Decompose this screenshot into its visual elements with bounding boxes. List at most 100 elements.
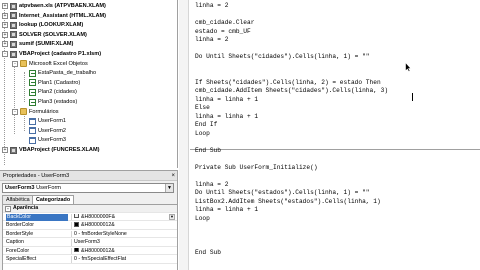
- code-line[interactable]: cmb_cidade.AddItem Sheets("cidades").Cel…: [195, 87, 388, 95]
- project-tree-item[interactable]: - Formulários: [12, 108, 59, 116]
- code-line[interactable]: If Sheets("cidades").Cells(linha, 2) = e…: [195, 79, 381, 87]
- property-value[interactable]: &H80000012&: [74, 247, 174, 256]
- userform-icon: [29, 127, 36, 135]
- userform-icon: [29, 117, 36, 125]
- expand-icon[interactable]: +: [2, 147, 8, 153]
- tree-item-label: EstaPasta_de_trabalho: [38, 70, 97, 77]
- property-value[interactable]: 0 - fmBorderStyleNone: [74, 231, 174, 239]
- sheet-icon: [29, 98, 36, 106]
- chevron-down-icon[interactable]: ▼: [169, 214, 175, 220]
- color-swatch: [74, 213, 79, 219]
- tree-item-label: lookup (LOOKUP.XLAM): [19, 22, 84, 29]
- project-tree-item[interactable]: EstaPasta_de_trabalho: [22, 69, 96, 77]
- collapse-icon[interactable]: -: [2, 51, 8, 57]
- property-value[interactable]: UserForm3: [74, 239, 174, 247]
- project-tree-item[interactable]: + VBAProject (FUNCRES.XLAM): [2, 146, 100, 154]
- tree-item-label: sumif (SUMIF.XLAM): [19, 41, 74, 48]
- project-tree-item[interactable]: + Internet_Assistant (HTML.XLAM): [2, 12, 106, 20]
- project-tree-item[interactable]: UserForm1: [22, 117, 66, 125]
- code-line[interactable]: estado = cmb_UF: [195, 28, 251, 36]
- property-name: BackColor: [6, 213, 68, 221]
- code-line[interactable]: Do Until Sheets("cidades").Cells(linha, …: [195, 53, 370, 61]
- project-tree-item[interactable]: Plan1 (Cadastro): [22, 79, 80, 87]
- code-line[interactable]: linha = 2: [195, 36, 228, 44]
- expand-icon[interactable]: +: [2, 31, 8, 38]
- property-value-text: UserForm3: [74, 239, 100, 245]
- property-name: ForeColor: [6, 247, 30, 254]
- code-line[interactable]: linha = 2: [195, 181, 228, 189]
- sheet-icon: [29, 79, 36, 87]
- property-row[interactable]: ForeColor &H80000012&: [3, 247, 177, 256]
- vba-project-icon: [10, 50, 17, 58]
- code-line[interactable]: Private Sub UserForm_Initialize(): [195, 164, 318, 172]
- tab-alphabetic[interactable]: Alfabética: [2, 195, 34, 204]
- property-row[interactable]: SpecialEffect 0 - fmSpecialEffectFlat: [3, 256, 177, 264]
- code-line[interactable]: linha = linha + 1: [195, 113, 258, 121]
- project-tree-item[interactable]: - VBAProject (cadastro P1.xlsm): [2, 50, 101, 58]
- property-row[interactable]: BackColor &H8000000F& ▼: [3, 213, 177, 222]
- property-value[interactable]: 0 - fmSpecialEffectFlat: [74, 256, 174, 264]
- code-line[interactable]: linha = linha + 1: [195, 96, 258, 104]
- tab-categorized[interactable]: Categorizado: [32, 195, 75, 204]
- expand-icon[interactable]: +: [2, 12, 8, 19]
- project-tree-item[interactable]: UserForm3: [22, 136, 66, 144]
- code-line[interactable]: cmb_cidade.Clear: [195, 19, 254, 27]
- vba-project-icon: [10, 31, 17, 39]
- code-line[interactable]: Do Until Sheets("estados").Cells(linha, …: [195, 189, 370, 197]
- property-value[interactable]: &H80000012&: [74, 222, 174, 230]
- vba-project-icon: [10, 2, 17, 10]
- code-line[interactable]: End Sub: [195, 147, 221, 155]
- column-divider: [71, 222, 72, 229]
- property-row[interactable]: BorderStyle 0 - fmBorderStyleNone: [3, 230, 177, 239]
- collapse-icon[interactable]: -: [5, 206, 11, 212]
- code-line[interactable]: Loop: [195, 215, 210, 223]
- project-tree-item[interactable]: Plan3 (estados): [22, 98, 77, 106]
- property-name: BorderColor: [6, 222, 34, 228]
- project-tree-item[interactable]: UserForm2: [22, 127, 66, 135]
- code-line[interactable]: Else: [195, 104, 210, 112]
- collapse-icon[interactable]: -: [12, 60, 18, 67]
- project-tree-item[interactable]: + sumif (SUMIF.XLAM): [2, 40, 73, 48]
- property-value[interactable]: &H8000000F&: [74, 213, 174, 222]
- code-editor[interactable]: linha = 2 cmb_cidade.Clear estado = cmb_UF…: [179, 0, 480, 270]
- code-line[interactable]: End If: [195, 121, 217, 129]
- project-tree-item[interactable]: - Microsoft Excel Objetos: [12, 60, 88, 68]
- project-tree-item[interactable]: + SOLVER (SOLVER.XLAM): [2, 31, 87, 39]
- expand-icon[interactable]: +: [2, 22, 8, 29]
- property-value-text: &H8000000F&: [81, 213, 116, 220]
- code-line[interactable]: linha = linha + 1: [195, 206, 258, 214]
- tree-item-label: VBAProject (FUNCRES.XLAM): [19, 147, 100, 153]
- project-explorer: + atpvbaen.xls (ATPVBAEN.XLAM) + Internet_A…: [0, 0, 178, 168]
- property-row[interactable]: Caption UserForm3: [3, 239, 177, 247]
- color-swatch: [74, 247, 79, 253]
- category-label: Aparência: [13, 205, 39, 211]
- expand-icon[interactable]: +: [2, 3, 8, 9]
- collapse-icon[interactable]: -: [12, 108, 18, 115]
- code-line[interactable]: linha = 2: [195, 2, 228, 10]
- property-name: BorderStyle: [6, 230, 34, 237]
- tree-item-label: UserForm3: [38, 137, 66, 144]
- code-line[interactable]: End Sub: [195, 249, 221, 257]
- chevron-down-icon[interactable]: ▼: [165, 184, 173, 192]
- tree-item-label: Plan1 (Cadastro): [38, 79, 81, 86]
- code-line[interactable]: Loop: [195, 130, 210, 138]
- object-name: UserForm3: [5, 185, 35, 191]
- project-tree-item[interactable]: + atpvbaen.xls (ATPVBAEN.XLAM): [2, 2, 106, 10]
- project-tree-item[interactable]: Plan2 (cidades): [22, 88, 77, 96]
- margin-indicator-bar[interactable]: [179, 0, 189, 270]
- column-divider: [71, 230, 72, 237]
- tree-item-label: Internet_Assistant (HTML.XLAM): [19, 12, 107, 19]
- project-tree-item[interactable]: + lookup (LOOKUP.XLAM): [2, 21, 83, 29]
- property-row[interactable]: BorderColor &H80000012&: [3, 222, 177, 230]
- object-type: UserForm: [36, 185, 61, 191]
- close-icon[interactable]: ×: [171, 171, 175, 181]
- property-category[interactable]: - Aparência: [3, 205, 177, 213]
- properties-title-bar: Propriedades - UserForm3 ×: [0, 171, 177, 181]
- code-line[interactable]: ListBox2.AddItem Sheets("estados").Cells…: [195, 198, 381, 206]
- expand-icon[interactable]: +: [2, 41, 8, 48]
- object-selector[interactable]: UserForm3 UserForm ▼: [2, 183, 174, 193]
- tree-item-label: SOLVER (SOLVER.XLAM): [19, 31, 87, 38]
